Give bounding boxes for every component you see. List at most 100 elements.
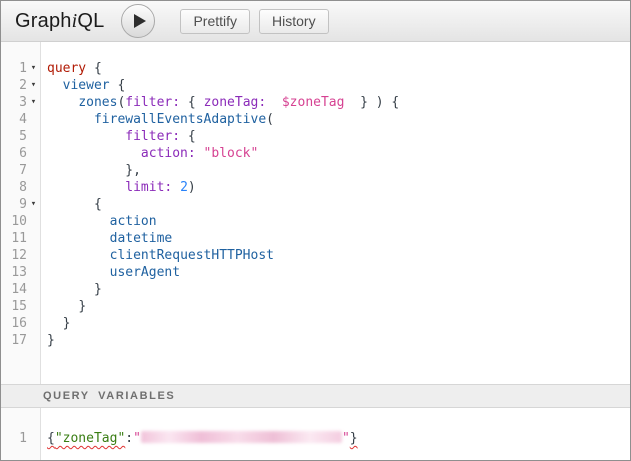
code-token: "zoneTag"	[55, 431, 125, 446]
gutter-row: 4	[1, 111, 40, 128]
code-token: "	[342, 431, 350, 446]
graphiql-window: GraphiQL Prettify History 1▾2▾3▾456789▾1…	[0, 0, 631, 461]
code-line: clientRequestHTTPHost	[47, 247, 630, 264]
fold-spacer	[27, 128, 40, 145]
code-line: filter: {	[47, 128, 630, 145]
code-token	[47, 282, 94, 297]
code-token: {	[94, 197, 102, 212]
play-icon	[134, 14, 146, 28]
query-editor: 1▾2▾3▾456789▾1011121314151617 query { vi…	[1, 42, 630, 384]
line-number: 6	[1, 145, 27, 162]
variables-editor: 1 {"zoneTag":""}	[1, 408, 630, 460]
prettify-button[interactable]: Prettify	[180, 9, 250, 34]
fold-spacer	[27, 264, 40, 281]
fold-spacer	[27, 230, 40, 247]
line-number: 7	[1, 162, 27, 179]
variables-editor-code[interactable]: {"zoneTag":""}	[41, 408, 630, 460]
line-number: 8	[1, 179, 27, 196]
fold-spacer	[27, 332, 40, 349]
line-number: 2	[1, 77, 27, 94]
query-editor-gutter: 1▾2▾3▾456789▾1011121314151617	[1, 42, 41, 384]
code-token	[47, 214, 110, 229]
execute-query-button[interactable]	[121, 4, 155, 38]
gutter-row: 5	[1, 128, 40, 145]
fold-arrow-icon[interactable]: ▾	[27, 77, 40, 94]
code-line: action	[47, 213, 630, 230]
code-token: {	[86, 61, 102, 76]
code-token: {	[180, 129, 196, 144]
code-token	[172, 180, 180, 195]
gutter-row: 2▾	[1, 77, 40, 94]
gutter-row: 14	[1, 281, 40, 298]
line-number: 5	[1, 128, 27, 145]
code-token: viewer	[63, 78, 110, 93]
code-line: userAgent	[47, 264, 630, 281]
line-number: 13	[1, 264, 27, 281]
line-number: 14	[1, 281, 27, 298]
code-token: {	[47, 431, 55, 446]
line-number: 16	[1, 315, 27, 332]
fold-spacer	[27, 430, 40, 447]
fold-spacer	[27, 315, 40, 332]
code-token: limit:	[125, 180, 172, 195]
fold-spacer	[27, 213, 40, 230]
fold-spacer	[27, 298, 40, 315]
code-token	[47, 163, 125, 178]
code-token	[47, 112, 94, 127]
query-variables-header[interactable]: QUERY VARIABLES	[1, 384, 630, 408]
code-line: query {	[47, 60, 630, 77]
code-token	[196, 146, 204, 161]
line-number: 15	[1, 298, 27, 315]
graphiql-logo: GraphiQL	[15, 10, 104, 33]
logo-text-ql: QL	[77, 10, 104, 32]
logo-text-graph: Graph	[15, 10, 72, 32]
gutter-row: 6	[1, 145, 40, 162]
code-token: action	[110, 214, 157, 229]
query-editor-code[interactable]: query { viewer { zones(filter: { zoneTag…	[41, 42, 630, 384]
gutter-row: 11	[1, 230, 40, 247]
code-token: },	[125, 163, 141, 178]
code-line: viewer {	[47, 77, 630, 94]
code-token: $zoneTag	[282, 95, 345, 110]
code-line: }	[47, 298, 630, 315]
fold-spacer	[27, 162, 40, 179]
code-token: {	[180, 95, 203, 110]
gutter-row: 3▾	[1, 94, 40, 111]
code-token: "	[133, 431, 141, 446]
toolbar: GraphiQL Prettify History	[1, 1, 630, 42]
code-line: datetime	[47, 230, 630, 247]
fold-arrow-icon[interactable]: ▾	[27, 94, 40, 111]
line-number: 4	[1, 111, 27, 128]
gutter-row: 13	[1, 264, 40, 281]
fold-arrow-icon[interactable]: ▾	[27, 196, 40, 213]
gutter-row: 9▾	[1, 196, 40, 213]
line-number: 12	[1, 247, 27, 264]
code-token: filter:	[125, 129, 180, 144]
code-line: }	[47, 315, 630, 332]
gutter-row: 1	[1, 430, 40, 447]
line-number: 1	[1, 430, 27, 447]
code-token: datetime	[110, 231, 173, 246]
code-token	[47, 316, 63, 331]
history-button[interactable]: History	[259, 9, 329, 34]
code-token: (	[266, 112, 274, 127]
code-token: "block"	[204, 146, 259, 161]
gutter-row: 7	[1, 162, 40, 179]
code-token	[47, 299, 78, 314]
code-token	[47, 180, 125, 195]
fold-spacer	[27, 281, 40, 298]
fold-spacer	[27, 179, 40, 196]
code-token: :	[125, 431, 133, 446]
code-token: userAgent	[110, 265, 180, 280]
code-token: }	[78, 299, 86, 314]
code-line: {"zoneTag":""}	[47, 430, 630, 447]
code-token	[47, 248, 110, 263]
code-token: }	[350, 431, 358, 446]
code-token: zones	[78, 95, 117, 110]
code-line: limit: 2)	[47, 179, 630, 196]
code-token: action:	[141, 146, 196, 161]
fold-spacer	[27, 111, 40, 128]
fold-arrow-icon[interactable]: ▾	[27, 60, 40, 77]
code-token: {	[110, 78, 126, 93]
line-number: 11	[1, 230, 27, 247]
